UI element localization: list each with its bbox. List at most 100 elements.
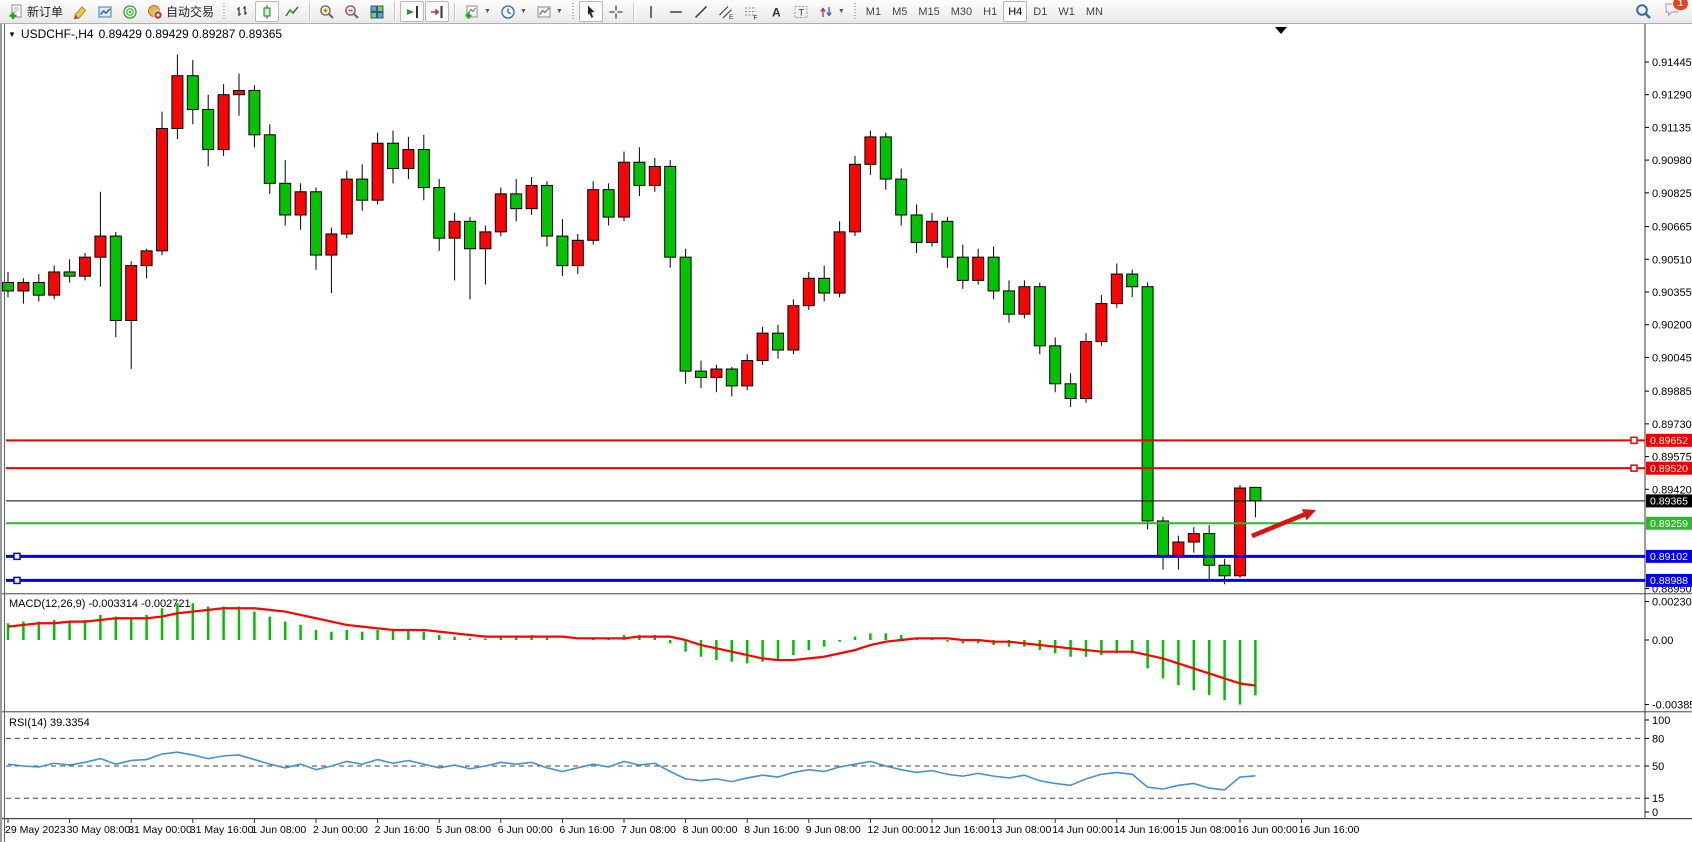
panel-splitter[interactable]	[0, 711, 1692, 712]
collapse-caret-icon[interactable]: ▼	[8, 30, 16, 39]
toolbar-grip[interactable]	[572, 3, 574, 21]
tf-m15-button[interactable]: M15	[913, 1, 944, 22]
trendline-button[interactable]	[689, 1, 713, 22]
text-button[interactable]: A	[764, 1, 788, 22]
price-line-label: 0.89520	[1650, 463, 1688, 475]
horizontal-line-icon	[668, 4, 684, 20]
rsi-tick-label: 15	[1652, 793, 1664, 805]
candle-body	[572, 240, 583, 265]
time-tick-label: 29 May 2023	[5, 824, 66, 836]
candle-body	[911, 215, 922, 242]
candle-body	[110, 236, 121, 320]
candle-body	[1250, 487, 1261, 501]
candle-body	[726, 369, 737, 386]
candle-body	[1204, 534, 1215, 566]
candle-body	[141, 251, 152, 266]
vertical-line-button[interactable]	[639, 1, 663, 22]
tf-h1-button[interactable]: H1	[978, 1, 1002, 22]
line-handle[interactable]	[1631, 465, 1637, 471]
bar-chart-button[interactable]	[230, 1, 254, 22]
equidistant-channel-button[interactable]: E	[714, 1, 738, 22]
rsi-tick-label: 100	[1652, 715, 1670, 727]
zoom-in-button[interactable]	[315, 1, 339, 22]
crosshair-button[interactable]	[604, 1, 628, 22]
line-handle[interactable]	[14, 553, 20, 559]
rsi-indicator-label: RSI(14) 39.3354	[9, 717, 90, 729]
candle-body	[649, 166, 660, 185]
candle-body	[896, 179, 907, 215]
panel-splitter[interactable]	[0, 593, 1692, 594]
tf-d1-button[interactable]: D1	[1028, 1, 1052, 22]
toolbar-separator	[633, 3, 634, 21]
candle-body	[773, 333, 784, 350]
crayon-icon	[72, 4, 88, 20]
time-tick-label: 31 May 16:00	[190, 824, 254, 836]
styles-button[interactable]	[68, 1, 92, 22]
candle-body	[850, 164, 861, 232]
notifications-button[interactable]: 1	[1664, 1, 1682, 23]
indicators-button[interactable]: ▼	[460, 1, 495, 22]
candle-body	[480, 232, 491, 249]
symbol-period-label: USDCHF-,H4	[21, 27, 94, 41]
candle-body	[33, 282, 44, 295]
line-handle[interactable]	[14, 577, 20, 583]
candle-body	[249, 90, 260, 134]
candle-body	[1050, 346, 1061, 384]
bar-chart-icon	[234, 4, 250, 20]
toolbar-grip[interactable]	[223, 3, 225, 21]
toolbar-grip[interactable]	[854, 3, 856, 21]
candle-body	[1111, 274, 1122, 304]
time-tick-label: 2 Jun 00:00	[313, 824, 368, 836]
time-tick-label: 6 Jun 16:00	[559, 824, 614, 836]
line-chart-button[interactable]	[280, 1, 304, 22]
candle-body	[942, 221, 953, 257]
tile-windows-button[interactable]	[365, 1, 389, 22]
candle-body	[326, 234, 337, 255]
new-order-button[interactable]: 新订单	[4, 1, 67, 22]
window-left-edge-inner	[4, 24, 5, 842]
chart-shift-button[interactable]	[425, 1, 449, 22]
auto-trading-button[interactable]: 自动交易	[143, 1, 218, 22]
svg-text:A: A	[772, 5, 781, 19]
candle-body	[680, 257, 691, 371]
tf-mn-button[interactable]: MN	[1081, 1, 1108, 22]
ohlc-values: 0.89429 0.89429 0.89287 0.89365	[99, 27, 283, 41]
candle-body	[834, 232, 845, 293]
arrows-button[interactable]: ▼	[814, 1, 849, 22]
tf-m1-button[interactable]: M1	[861, 1, 886, 22]
time-tick-label: 2 Jun 16:00	[375, 824, 430, 836]
tf-h4-button[interactable]: H4	[1003, 1, 1027, 22]
price-tick-label: 0.90200	[1652, 320, 1692, 332]
tf-m30-button[interactable]: M30	[946, 1, 977, 22]
macd-tick-label: 0.00	[1652, 635, 1673, 647]
candle-body	[172, 76, 183, 129]
chart-canvas[interactable]: 0.914450.912900.911350.909800.908250.906…	[0, 24, 1692, 842]
candle-body	[1142, 287, 1153, 521]
panel-splitter	[0, 595, 1692, 596]
fibonacci-button[interactable]: F	[739, 1, 763, 22]
auto-scroll-button[interactable]	[400, 1, 424, 22]
candle-body	[696, 371, 707, 377]
market-watch-button[interactable]	[118, 1, 142, 22]
periods-button[interactable]: ▼	[496, 1, 531, 22]
line-handle[interactable]	[1631, 437, 1637, 443]
candle-body	[1188, 534, 1199, 542]
templates-button[interactable]: ▼	[532, 1, 567, 22]
time-tick-label: 6 Jun 00:00	[498, 824, 553, 836]
time-tick-label: 13 Jun 08:00	[991, 824, 1052, 836]
candlestick-chart-button[interactable]	[255, 1, 279, 22]
price-line-label: 0.89259	[1650, 518, 1688, 530]
indicators-icon	[464, 4, 480, 20]
tf-w1-button[interactable]: W1	[1053, 1, 1080, 22]
search-button[interactable]	[1631, 1, 1656, 22]
rsi-tick-label: 0	[1652, 807, 1658, 819]
text-label-button[interactable]: T	[789, 1, 813, 22]
time-tick-label: 8 Jun 00:00	[683, 824, 738, 836]
candle-body	[157, 128, 168, 250]
price-tick-label: 0.89730	[1652, 419, 1692, 431]
profiles-button[interactable]	[93, 1, 117, 22]
tf-m5-button[interactable]: M5	[887, 1, 912, 22]
cursor-button[interactable]	[579, 1, 603, 22]
horizontal-line-button[interactable]	[664, 1, 688, 22]
zoom-out-button[interactable]	[340, 1, 364, 22]
